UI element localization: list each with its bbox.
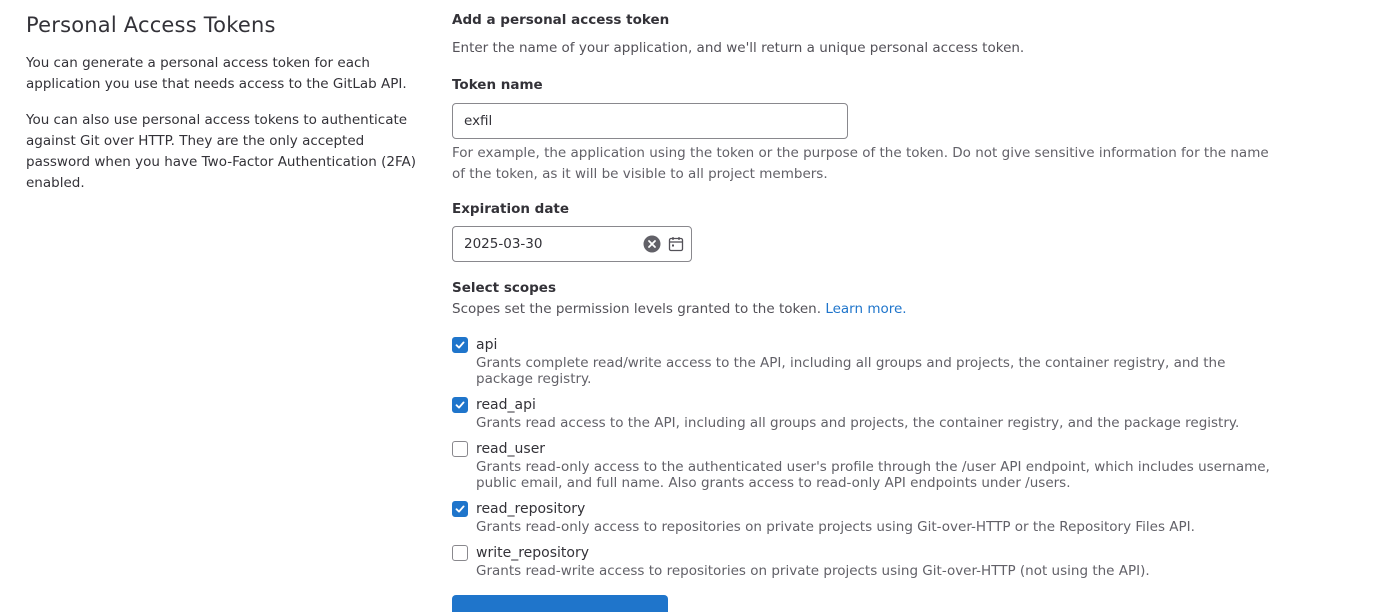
scope-checkbox-read-api[interactable] xyxy=(452,397,468,413)
scope-checkbox-read-repository[interactable] xyxy=(452,501,468,517)
token-name-label: Token name xyxy=(452,77,543,93)
scope-item-api: api Grants complete read/write access to … xyxy=(452,335,1276,387)
scope-item-write-repository: write_repository Grants read-write access… xyxy=(452,543,1276,579)
scope-checkbox-read-user[interactable] xyxy=(452,441,468,457)
scope-checkbox-write-repository[interactable] xyxy=(452,545,468,561)
expiration-date-label: Expiration date xyxy=(452,201,570,217)
add-token-form: Add a personal access token Enter the na… xyxy=(452,10,1272,579)
scope-description: Grants read-only access to the authentic… xyxy=(476,459,1270,491)
scope-item-read-repository: read_repository Grants read-only access t… xyxy=(452,499,1276,535)
scope-description: Grants read access to the API, including… xyxy=(476,415,1240,431)
intro-paragraph-2: You can also use personal access tokens … xyxy=(26,112,416,191)
expiration-date-input[interactable] xyxy=(453,227,638,261)
create-token-button[interactable] xyxy=(452,595,668,612)
scope-name[interactable]: read_repository xyxy=(476,499,1276,519)
scope-name[interactable]: write_repository xyxy=(476,543,1276,563)
clear-icon[interactable] xyxy=(643,235,661,253)
scope-item-read-user: read_user Grants read-only access to the … xyxy=(452,439,1276,491)
intro-paragraph-1: You can generate a personal access token… xyxy=(26,55,407,92)
select-scopes-label: Select scopes xyxy=(452,280,556,296)
scope-name[interactable]: read_user xyxy=(476,439,1276,459)
learn-more-link[interactable]: Learn more. xyxy=(825,301,906,317)
scope-item-read-api: read_api Grants read access to the API, i… xyxy=(452,395,1276,431)
scope-description: Grants complete read/write access to the… xyxy=(476,355,1226,387)
expiration-date-field xyxy=(452,226,692,262)
token-name-input[interactable] xyxy=(452,103,848,139)
scope-name[interactable]: api xyxy=(476,335,1276,355)
token-name-help: For example, the application using the t… xyxy=(452,145,1269,182)
scope-name[interactable]: read_api xyxy=(476,395,1276,415)
form-heading: Add a personal access token xyxy=(452,12,670,28)
page-title: Personal Access Tokens xyxy=(26,13,276,37)
scope-description: Grants read-only access to repositories … xyxy=(476,519,1195,535)
scope-checkbox-api[interactable] xyxy=(452,337,468,353)
page: Personal Access Tokens You can generate … xyxy=(0,0,1381,612)
scopes-help: Scopes set the permission levels granted… xyxy=(452,299,1272,320)
scopes-help-text: Scopes set the permission levels granted… xyxy=(452,301,822,317)
intro-panel: Personal Access Tokens You can generate … xyxy=(26,10,426,209)
calendar-icon[interactable] xyxy=(668,236,684,252)
scope-description: Grants read-write access to repositories… xyxy=(476,563,1150,579)
form-subheading: Enter the name of your application, and … xyxy=(452,40,1025,56)
